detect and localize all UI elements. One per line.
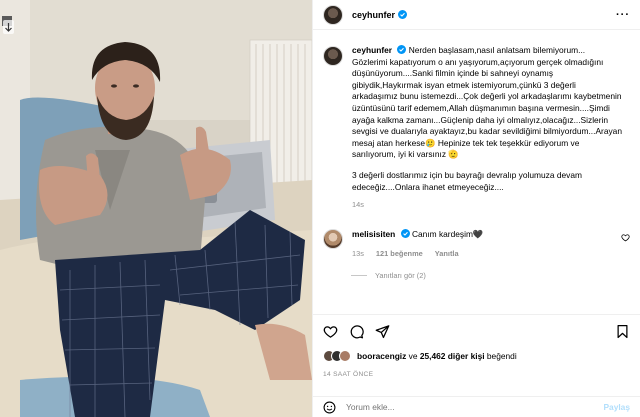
- comment-text: Canım kardeşim🖤: [411, 228, 484, 239]
- comment-age: 13s: [352, 248, 364, 258]
- caption-text-2: 3 değerli dostlarımız için bu bayrağı de…: [352, 169, 582, 192]
- reply-button[interactable]: Yanıtla: [435, 249, 459, 258]
- comment-body: melisisiten Canım kardeşim🖤 13s 121 beğe…: [352, 228, 630, 258]
- post-author-username[interactable]: ceyhunfer: [352, 10, 395, 20]
- verified-badge-icon: [398, 10, 408, 19]
- commenter-username[interactable]: melisisiten: [352, 229, 395, 239]
- avatar[interactable]: [323, 4, 343, 25]
- likes-summary: booracengiz ve 25,462 diğer kişi beğendi: [357, 351, 517, 361]
- first-liker-username[interactable]: booracengiz: [357, 351, 406, 361]
- caption-body: ceyhunfer Nerden başlasam,nasıl anlatsam…: [352, 45, 622, 211]
- post-timestamp: 14 SAAT ÖNCE: [323, 371, 374, 378]
- verified-badge-icon: [400, 228, 410, 238]
- post-actions: booracengiz ve 25,462 diğer kişi beğendi…: [313, 314, 640, 378]
- liker-avatar: [339, 350, 351, 362]
- caption-username[interactable]: ceyhunfer: [352, 45, 392, 55]
- caption-text: Nerden başlasam,nasıl anlatsam bilemiyor…: [352, 45, 622, 160]
- liker-avatars[interactable]: [323, 350, 351, 362]
- view-replies-button[interactable]: Yanıtları gör (2): [351, 271, 630, 280]
- emoji-smiley-icon[interactable]: [323, 401, 336, 414]
- more-options-icon[interactable]: ···: [616, 9, 630, 21]
- commenter-avatar[interactable]: [323, 228, 343, 249]
- instagram-post-view: ceyhunfer ··· ceyhunfer Nerden başlasam,…: [0, 0, 640, 417]
- action-icons: [323, 323, 630, 339]
- likes-row: booracengiz ve 25,462 diğer kişi beğendi: [323, 350, 630, 362]
- comment-like-heart-icon[interactable]: [621, 233, 630, 242]
- caption: ceyhunfer Nerden başlasam,nasıl anlatsam…: [323, 45, 630, 211]
- likes-count[interactable]: 25,462 diğer kişi: [420, 351, 485, 361]
- post-comment-button[interactable]: Paylaş: [603, 402, 630, 412]
- post-header: ceyhunfer ···: [313, 0, 640, 30]
- verified-badge-icon: [397, 45, 407, 54]
- share-paper-plane-icon[interactable]: [375, 324, 390, 339]
- likes-suffix: beğendi: [486, 351, 517, 361]
- add-comment-input[interactable]: [346, 402, 604, 412]
- replies-divider: [351, 274, 367, 276]
- comment-likes-count[interactable]: 121 beğenme: [376, 249, 423, 258]
- like-heart-icon[interactable]: [323, 324, 338, 339]
- save-bookmark-icon[interactable]: [615, 324, 630, 339]
- comment: melisisiten Canım kardeşim🖤 13s 121 beğe…: [323, 228, 630, 258]
- add-comment-bar: Paylaş: [313, 396, 640, 417]
- view-replies-label: Yanıtları gör (2): [375, 270, 426, 280]
- post-photo[interactable]: [0, 0, 312, 417]
- comment-bubble-icon[interactable]: [349, 324, 364, 339]
- post-side-panel: ceyhunfer ··· ceyhunfer Nerden başlasam,…: [312, 0, 640, 417]
- caption-avatar[interactable]: [323, 46, 343, 66]
- comment-meta: 13s 121 beğenme Yanıtla: [352, 249, 630, 258]
- comments-area: ceyhunfer Nerden başlasam,nasıl anlatsam…: [313, 31, 640, 314]
- likes-connector: ve: [408, 351, 418, 361]
- caption-age: 14s: [352, 200, 364, 210]
- post-photo-illustration: [0, 0, 312, 417]
